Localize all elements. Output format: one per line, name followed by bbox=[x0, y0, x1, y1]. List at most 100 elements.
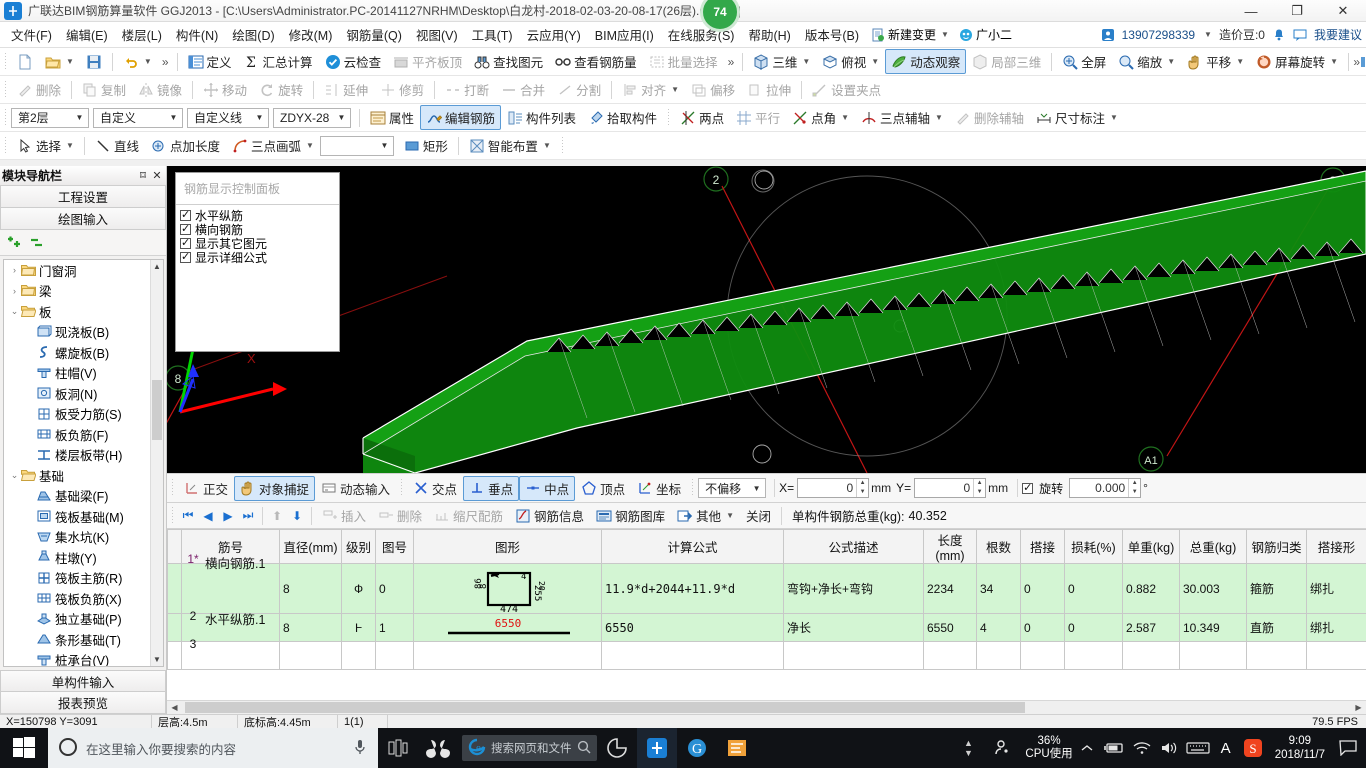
top-view-button[interactable]: 俯视 ▼ bbox=[816, 49, 885, 74]
menu-item-view[interactable]: 视图(V) bbox=[409, 22, 465, 47]
new-file-button[interactable] bbox=[11, 51, 39, 73]
move-down-button[interactable]: ⬇ bbox=[287, 509, 307, 523]
sogou-icon[interactable]: S bbox=[1240, 728, 1266, 768]
toolbar-grip-3[interactable] bbox=[3, 108, 8, 127]
chevron-down-icon-offset[interactable]: ▼ bbox=[750, 484, 763, 493]
cell-total-weight-2[interactable]: 10.349 bbox=[1179, 613, 1247, 642]
twisty-icon[interactable]: › bbox=[8, 286, 21, 296]
tree-scrollbar[interactable]: ▲ ▼ bbox=[150, 260, 163, 666]
cell-shape-1[interactable]: 86 8 4 20 255 474 bbox=[413, 563, 602, 614]
summary-calc-button[interactable]: Σ 汇总计算 bbox=[238, 49, 319, 74]
col-lap-form[interactable]: 搭接形 bbox=[1306, 529, 1366, 564]
object-snap-button[interactable]: 对象捕捉 bbox=[234, 475, 316, 501]
first-record-button[interactable]: ⏮ bbox=[178, 508, 198, 523]
cell-lap-1[interactable]: 0 bbox=[1020, 563, 1065, 614]
snap-intersection-button[interactable]: 交点 bbox=[407, 476, 463, 501]
cell-tuhao-3[interactable] bbox=[375, 641, 414, 670]
table-hscrollbar[interactable]: ◀ ▶ bbox=[167, 700, 1366, 714]
snap-grip-2[interactable] bbox=[399, 479, 405, 497]
taskbar-search[interactable]: 在这里输入你要搜索的内容 bbox=[48, 728, 378, 768]
table-row[interactable]: 8 Ф 0 86 8 4 20 255 474 11.9*d+2044+11.9… bbox=[167, 563, 1366, 614]
chevron-down-icon-account[interactable]: ▼ bbox=[1204, 30, 1212, 39]
cell-unit-weight-3[interactable] bbox=[1122, 641, 1180, 670]
keyboard-icon[interactable] bbox=[1184, 728, 1212, 768]
cell-level-1[interactable]: Ф bbox=[341, 563, 376, 614]
col-category[interactable]: 钢筋归类 bbox=[1246, 529, 1307, 564]
cell-category-3[interactable] bbox=[1246, 641, 1307, 670]
drawing-input-button[interactable]: 绘图输入 bbox=[0, 208, 166, 230]
cell-count-3[interactable] bbox=[976, 641, 1021, 670]
chevron-down-icon-zoom[interactable]: ▼ bbox=[1167, 57, 1175, 66]
bell-icon[interactable] bbox=[1272, 28, 1286, 42]
start-button[interactable] bbox=[0, 728, 48, 768]
undo-button[interactable]: ▼ bbox=[117, 51, 158, 73]
cell-formula-1[interactable]: 11.9*d+2044+11.9*d bbox=[601, 563, 784, 614]
fullscreen-button[interactable]: 全屏 bbox=[1056, 49, 1112, 74]
find-element-button[interactable]: 查找图元 bbox=[468, 49, 549, 74]
checkbox-horizontal-longitudinal[interactable] bbox=[180, 208, 191, 221]
pan-button[interactable]: 平移 ▼ bbox=[1181, 49, 1250, 74]
col-diameter[interactable]: 直径(mm) bbox=[279, 529, 342, 564]
toolbar-overflow-3[interactable]: » bbox=[1349, 55, 1364, 69]
cell-length-2[interactable]: 6550 bbox=[923, 613, 977, 642]
volume-icon[interactable] bbox=[1157, 728, 1181, 768]
toolbar-grip-2[interactable] bbox=[3, 80, 8, 99]
chevron-down-icon-pointangle[interactable]: ▼ bbox=[841, 113, 849, 122]
clock[interactable]: 9:09 2018/11/7 bbox=[1269, 734, 1331, 762]
menu-item-cloud[interactable]: 云应用(Y) bbox=[520, 22, 588, 47]
ortho-button[interactable]: 正交 bbox=[178, 476, 234, 501]
snap-vertex-button[interactable]: 顶点 bbox=[575, 476, 631, 501]
toolbar-grip-1[interactable] bbox=[3, 52, 8, 71]
viewport-canvas[interactable]: 2 3 8 A1 bbox=[167, 166, 1366, 473]
chevron-down-icon-smart[interactable]: ▼ bbox=[543, 141, 551, 150]
maximize-button[interactable]: ❐ bbox=[1274, 0, 1320, 22]
3d-view-button[interactable]: 三维 ▼ bbox=[747, 49, 816, 74]
cell-loss-1[interactable]: 0 bbox=[1064, 563, 1123, 614]
cell-length-3[interactable] bbox=[923, 641, 977, 670]
x-input[interactable]: 0 ▲ ▼ bbox=[797, 478, 870, 498]
cell-diameter-3[interactable] bbox=[279, 641, 342, 670]
menu-item-floor[interactable]: 楼层(L) bbox=[115, 22, 169, 47]
cell-diameter-1[interactable]: 8 bbox=[279, 563, 342, 614]
cell-length-1[interactable]: 2234 bbox=[923, 563, 977, 614]
define-button[interactable]: 定义 bbox=[182, 49, 238, 74]
cell-lap-3[interactable] bbox=[1020, 641, 1065, 670]
taskbar-app-3-icon[interactable] bbox=[636, 728, 677, 768]
user-nick-button[interactable]: 广小二 bbox=[954, 26, 1017, 43]
battery-icon[interactable] bbox=[1101, 728, 1127, 768]
task-view-button[interactable] bbox=[378, 728, 418, 768]
cell-category-1[interactable]: 箍筋 bbox=[1246, 563, 1307, 614]
project-settings-button[interactable]: 工程设置 bbox=[0, 186, 166, 208]
cell-desc-1[interactable]: 弯钩+净长+弯钩 bbox=[783, 563, 924, 614]
rectangle-tool-button[interactable]: 矩形 bbox=[398, 133, 454, 158]
x-spinner[interactable]: ▲ ▼ bbox=[856, 479, 868, 497]
y-spinner[interactable]: ▲ ▼ bbox=[973, 479, 985, 497]
zoom-button[interactable]: 缩放 ▼ bbox=[1112, 49, 1181, 74]
table-row[interactable] bbox=[167, 641, 1366, 670]
chevron-down-icon-dim[interactable]: ▼ bbox=[1110, 113, 1118, 122]
col-lap[interactable]: 搭接 bbox=[1020, 529, 1065, 564]
menu-item-component[interactable]: 构件(N) bbox=[169, 22, 225, 47]
col-formula[interactable]: 计算公式 bbox=[601, 529, 784, 564]
cell-formula-2[interactable]: 6550 bbox=[601, 613, 784, 642]
y-input[interactable]: 0 ▲ ▼ bbox=[914, 478, 987, 498]
close-grid-button[interactable]: 关闭 bbox=[740, 503, 777, 528]
rebar-display-control-panel[interactable]: 钢筋显示控制面板 水平纵筋 横向钢筋 显示其它图元 显示详细公式 bbox=[175, 172, 340, 352]
cell-shape-3[interactable] bbox=[413, 641, 602, 670]
menu-item-rebar[interactable]: 钢筋量(Q) bbox=[339, 22, 409, 47]
dynamic-input-button[interactable]: 动态输入 bbox=[315, 476, 396, 501]
twisty-icon[interactable]: › bbox=[8, 265, 21, 275]
hscroll-left-icon[interactable]: ◀ bbox=[167, 701, 182, 714]
toolbar-grip-5[interactable] bbox=[3, 136, 8, 155]
two-point-axis-button[interactable]: 两点 bbox=[674, 105, 730, 130]
dynamic-observe-button[interactable]: 动态观察 bbox=[885, 49, 967, 74]
phone-number[interactable]: 13907298339 bbox=[1122, 28, 1195, 42]
tree-item-10[interactable]: ⌄ 基础 bbox=[4, 465, 150, 486]
taskbar-app-2-icon[interactable] bbox=[597, 728, 637, 768]
remove-component-icon[interactable] bbox=[29, 235, 45, 251]
menu-item-edit[interactable]: 编辑(E) bbox=[59, 22, 115, 47]
single-component-input-button[interactable]: 单构件输入 bbox=[0, 670, 166, 692]
tree-item-12[interactable]: 筏板基础(M) bbox=[4, 506, 150, 527]
menu-item-bim[interactable]: BIM应用(I) bbox=[588, 22, 661, 47]
category-combo[interactable]: 自定义 ▼ bbox=[93, 107, 183, 128]
